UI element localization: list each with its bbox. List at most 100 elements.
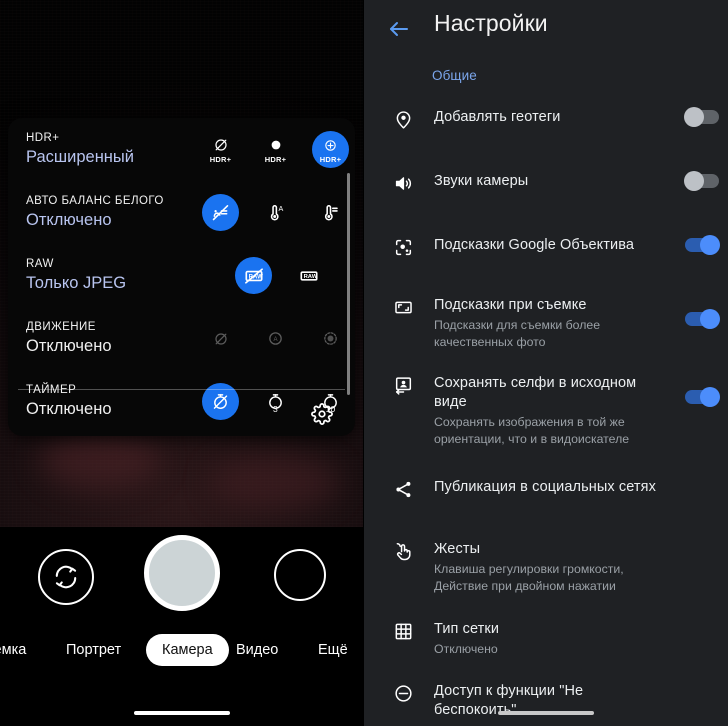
camera-option-title: RAW — [26, 258, 54, 270]
settings-list-item[interactable]: Доступ к функции "Не беспокоить" — [364, 682, 728, 726]
camera-option-title: HDR+ — [26, 132, 60, 144]
settings-list-item[interactable]: Звуки камеры — [364, 171, 728, 216]
motion-auto-icon[interactable]: A — [257, 320, 294, 357]
shutter-button[interactable] — [144, 535, 220, 611]
camera-option-text: АВТО БАЛАНС БЕЛОГО Отключено — [26, 194, 202, 231]
settings-list-item[interactable]: Подсказки при съемке Подсказки для съемки… — [364, 296, 728, 350]
settings-item-label: Сохранять селфи в исходном виде — [434, 375, 637, 410]
grid-icon — [386, 620, 420, 642]
camera-options-list: HDR+ Расширенный HDR+ HDR+ HDR+ АВТО БАЛАНС Б… — [8, 118, 355, 433]
toggle-knob — [684, 171, 704, 191]
options-scrollbar[interactable] — [347, 173, 350, 395]
settings-item-label: Подсказки при съемке — [434, 297, 587, 313]
toggle-switch[interactable] — [684, 107, 719, 127]
camera-option-value: Только JPEG — [26, 274, 127, 292]
settings-item-toggle-spacer — [676, 620, 728, 622]
camera-option-icon-label: HDR+ — [264, 155, 287, 164]
hdr-off-icon[interactable]: HDR+ — [202, 131, 239, 168]
camera-option-row: ДВИЖЕНИЕ Отключено A — [8, 307, 355, 370]
settings-item-toggle-wrap — [676, 107, 728, 127]
settings-item-text: Подсказки Google Объектива — [420, 236, 676, 255]
camera-mode-item[interactable]: ьемка — [0, 631, 26, 669]
settings-item-text: Сохранять селфи в исходном виде Сохранять… — [420, 374, 676, 447]
raw-off-icon[interactable]: RAW — [235, 257, 272, 294]
camera-option-title: ТАЙМЕР — [26, 384, 77, 396]
settings-item-description: Клавиша регулировки громкости, Действие … — [434, 562, 624, 593]
settings-item-toggle-wrap — [676, 296, 728, 329]
camera-option-icons: A — [202, 194, 355, 231]
settings-list-item[interactable]: Публикация в социальных сетях — [364, 478, 728, 522]
settings-section-label: Общие — [432, 68, 477, 83]
motion-off-icon[interactable] — [202, 320, 239, 357]
settings-list-item[interactable]: Жесты Клавиша регулировки громкости, Дейс… — [364, 540, 728, 594]
settings-item-label: Звуки камеры — [434, 173, 529, 189]
camera-mode-strip: ьемка Портрет КамераВидео Ещё — [0, 631, 364, 669]
camera-mode-item[interactable]: Портрет — [66, 631, 121, 669]
settings-header: Настройки — [364, 0, 728, 58]
toggle-knob — [700, 235, 720, 255]
toggle-switch[interactable] — [684, 171, 719, 191]
viewfinder-highlight — [40, 430, 160, 490]
motion-on-icon[interactable] — [312, 320, 349, 357]
camera-option-icon-label: HDR+ — [319, 155, 342, 164]
toggle-switch[interactable] — [685, 235, 720, 255]
white-balance-manual-icon[interactable] — [312, 194, 349, 231]
camera-option-title: АВТО БАЛАНС БЕЛОГО — [26, 195, 164, 207]
camera-option-text: ДВИЖЕНИЕ Отключено — [26, 320, 202, 357]
settings-item-description: Сохранять изображения в той же ориентаци… — [434, 415, 630, 446]
back-arrow-icon[interactable] — [384, 14, 414, 44]
settings-item-toggle-wrap — [676, 171, 728, 191]
settings-item-label: Добавлять геотеги — [434, 109, 561, 125]
svg-text:A: A — [273, 336, 278, 343]
toggle-knob — [700, 309, 720, 329]
settings-item-description: Подсказки для съемки более качественных … — [434, 318, 601, 349]
camera-mode-item[interactable]: Ещё — [318, 631, 348, 669]
camera-option-icons: HDR+ HDR+ HDR+ — [202, 131, 355, 168]
flip-camera-icon[interactable] — [38, 549, 94, 605]
camera-option-row: HDR+ Расширенный HDR+ HDR+ HDR+ — [8, 118, 355, 181]
camera-option-icon-label: HDR+ — [209, 155, 232, 164]
framing-hints-icon — [386, 296, 420, 318]
lens-suggestions-icon — [386, 236, 420, 258]
settings-gear-icon[interactable] — [307, 399, 337, 429]
viewfinder-highlight — [210, 455, 340, 510]
home-indicator — [134, 711, 230, 715]
settings-item-label: Тип сетки — [434, 621, 500, 637]
camera-option-icons: RAWRAWRAW — [202, 257, 341, 294]
camera-option-value: Отключено — [26, 211, 112, 229]
options-divider — [18, 389, 345, 390]
hdr-enhanced-icon[interactable]: HDR+ — [312, 131, 349, 168]
toggle-switch[interactable] — [685, 387, 720, 407]
camera-option-row: АВТО БАЛАНС БЕЛОГО Отключено A — [8, 181, 355, 244]
gallery-thumbnail-button[interactable] — [274, 549, 326, 601]
settings-item-toggle-spacer — [676, 540, 728, 542]
settings-list-item[interactable]: Добавлять геотеги — [364, 107, 728, 152]
hdr-auto-icon[interactable]: HDR+ — [257, 131, 294, 168]
camera-option-row: RAWТолько JPEGRAWRAWRAW — [8, 244, 355, 307]
toggle-switch[interactable] — [685, 309, 720, 329]
app-screen: HDR+ Расширенный HDR+ HDR+ HDR+ АВТО БАЛАНС Б… — [0, 0, 728, 726]
camera-pane: HDR+ Расширенный HDR+ HDR+ HDR+ АВТО БАЛАНС Б… — [0, 0, 364, 726]
camera-mode-selected[interactable]: Камера — [146, 634, 229, 666]
gestures-icon — [386, 540, 420, 562]
share-icon — [386, 478, 420, 500]
settings-item-text: Подсказки при съемке Подсказки для съемки… — [420, 296, 676, 350]
settings-item-text: Жесты Клавиша регулировки громкости, Дейс… — [420, 540, 676, 594]
do-not-disturb-icon — [386, 682, 420, 704]
settings-list-item[interactable]: Тип сетки Отключено — [364, 620, 728, 664]
home-indicator — [498, 711, 594, 715]
white-balance-auto-icon[interactable]: A — [257, 194, 294, 231]
raw-on-icon[interactable]: RAWRAW — [290, 257, 327, 294]
white-balance-off-icon[interactable] — [202, 194, 239, 231]
toggle-knob — [700, 387, 720, 407]
camera-option-value: Отключено — [26, 400, 112, 418]
settings-list-item[interactable]: Сохранять селфи в исходном виде Сохранять… — [364, 374, 728, 447]
settings-item-label: Публикация в социальных сетях — [434, 479, 656, 495]
settings-item-text: Звуки камеры — [420, 172, 676, 191]
volume-icon — [386, 172, 420, 194]
location-pin-icon — [386, 108, 420, 130]
settings-item-toggle-wrap — [676, 235, 728, 255]
settings-list-item[interactable]: Подсказки Google Объектива — [364, 235, 728, 280]
toggle-knob — [684, 107, 704, 127]
camera-mode-item[interactable]: Видео — [236, 631, 278, 669]
